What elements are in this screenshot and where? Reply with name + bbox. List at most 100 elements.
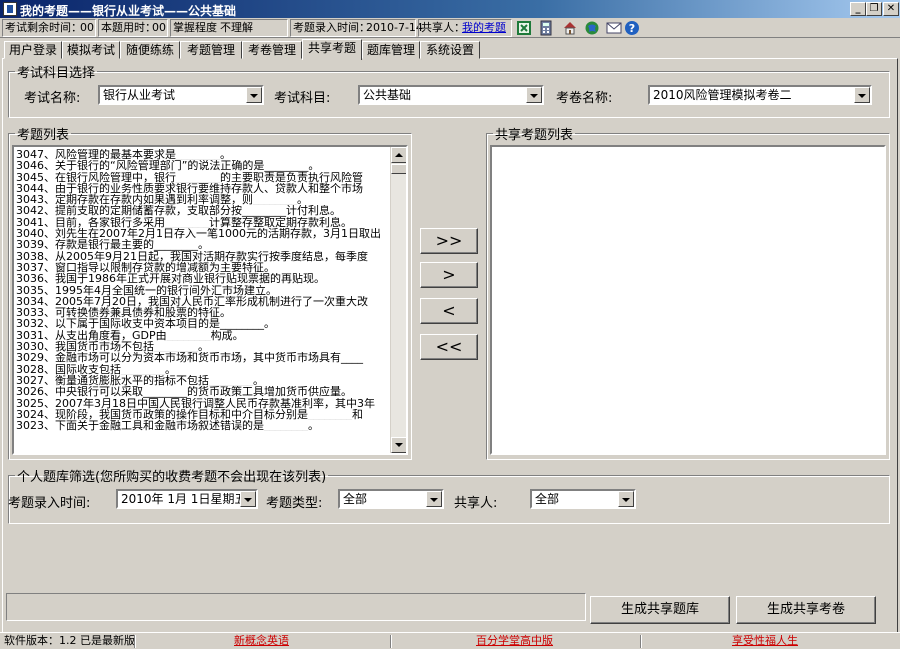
tab-question-manage[interactable]: 考题管理 — [180, 41, 242, 59]
filter-entry-time-label: 考题录入时间: — [8, 496, 91, 511]
filter-type-label: 考题类型: — [266, 496, 323, 511]
scroll-up-button[interactable] — [391, 147, 406, 163]
tab-user-login[interactable]: 用户登录 — [4, 41, 62, 59]
list-item[interactable]: 3031、从支出角度看，GDP由________构成。 — [16, 330, 388, 341]
list-item[interactable]: 3045、在银行风险管理中，银行________的主要职责是负责执行风险管 — [16, 172, 388, 183]
filter-date-picker[interactable]: 2010年 1月 1日星期五 — [116, 489, 258, 509]
list-item[interactable]: 3029、金融市场可以分为资本市场和货币市场，其中货币市场具有____ — [16, 352, 388, 363]
list-item[interactable]: 3026、中央银行可以采取________的货币政策工具增加货币供应量。 — [16, 386, 388, 397]
list-item[interactable]: 3027、衡量通货膨胀水平的指标不包括________。 — [16, 375, 388, 386]
list-item[interactable]: 3037、窗口指导以限制存贷款的增减额为主要特征。 — [16, 262, 388, 273]
filter-legend: 个人题库筛选(您所购买的收费考题不会出现在该列表) — [17, 470, 327, 485]
help-icon[interactable]: ? — [624, 20, 640, 36]
exam-name-label: 考试名称: — [24, 91, 81, 106]
version-text: 软件版本：1.2 已是最新版 — [4, 634, 135, 647]
scroll-thumb[interactable] — [391, 164, 406, 174]
list-item[interactable]: 3028、国际收支包括________。 — [16, 364, 388, 375]
excel-icon[interactable] — [516, 20, 532, 36]
list-item[interactable]: 3024、现阶段，我国货币政策的操作目标和中介目标分别是________和 — [16, 409, 388, 420]
list-item[interactable]: 3038、从2005年9月21日起，我国对活期存款实行按季度结息，每季度 — [16, 251, 388, 262]
list-item[interactable]: 3047、风险管理的最基本要求是________。 — [16, 149, 388, 160]
tab-paper-manage[interactable]: 考卷管理 — [242, 41, 302, 59]
move-all-left-button[interactable]: << — [420, 334, 478, 360]
tab-mock-exam[interactable]: 模拟考试 — [62, 41, 120, 59]
paper-name-label: 考卷名称: — [556, 91, 613, 106]
list-item[interactable]: 3030、我国货币市场不包括________。 — [16, 341, 388, 352]
chevron-down-icon[interactable] — [246, 87, 262, 103]
calculator-icon[interactable] — [538, 20, 554, 36]
message-panel — [6, 593, 586, 621]
app-icon — [3, 2, 17, 16]
question-list-legend: 考题列表 — [17, 128, 70, 143]
move-all-right-button[interactable]: >> — [420, 228, 478, 254]
shared-list-legend: 共享考题列表 — [495, 128, 574, 143]
tab-bank-manage[interactable]: 题库管理 — [362, 41, 420, 59]
list-item[interactable]: 3034、2005年7月20日，我国对人民币汇率形成机制进行了一次重大改 — [16, 296, 388, 307]
move-right-button[interactable]: > — [420, 262, 478, 288]
exam-name-select[interactable]: 银行从业考试 — [98, 85, 264, 105]
chevron-down-icon[interactable] — [426, 491, 442, 507]
list-item[interactable]: 3032、以下属于国际收支中资本项目的是________。 — [16, 318, 388, 329]
link-enjoy-life[interactable]: 享受性福人生 — [732, 633, 798, 649]
question-list-scrollbar[interactable] — [390, 147, 406, 453]
chevron-down-icon[interactable] — [240, 491, 256, 507]
home-icon[interactable] — [562, 20, 578, 36]
move-left-button[interactable]: < — [420, 298, 478, 324]
paper-name-select[interactable]: 2010风险管理模拟考卷二 — [648, 85, 872, 105]
list-item[interactable]: 3039、存款是银行最主要的________。 — [16, 239, 388, 250]
list-item[interactable]: 3033、可转换债券兼具债券和股票的特征。 — [16, 307, 388, 318]
list-item[interactable]: 3041、目前，各家银行多采用________计算整存整取定期存款利息。 — [16, 217, 388, 228]
remaining-time-label: 考试剩余时间： — [5, 21, 82, 34]
mastery-label: 掌握程度 — [173, 21, 217, 34]
list-item[interactable]: 3036、我国于1986年正式开展对商业银行贴现票据的再贴现。 — [16, 273, 388, 284]
list-item[interactable]: 3025、2007年3月18日中国人民银行调整人民币存款基准利率，其中3年 — [16, 398, 388, 409]
link-new-concept-english[interactable]: 新概念英语 — [234, 633, 289, 649]
generate-shared-paper-button[interactable]: 生成共享考卷 — [736, 596, 876, 624]
filter-sharer-select[interactable]: 全部 — [530, 489, 636, 509]
chevron-down-icon[interactable] — [618, 491, 634, 507]
tab-practice[interactable]: 随便练练 — [120, 41, 180, 59]
status-separator — [134, 635, 136, 648]
exam-name-value: 银行从业考试 — [103, 88, 176, 102]
question-listbox[interactable]: 3047、风险管理的最基本要求是________。 3046、关于银行的“风险管理… — [12, 145, 408, 455]
paper-name-value: 2010风险管理模拟考卷二 — [653, 88, 792, 102]
title-bar: 我的考题——银行从业考试——公共基础 _ ❐ ✕ — [0, 0, 900, 18]
email-icon[interactable] — [606, 20, 622, 36]
window-title: 我的考题——银行从业考试——公共基础 — [20, 4, 237, 18]
list-item[interactable]: 3040、刘先生在2007年2月1日存入一笔1000元的活期存款，3月1日取出 — [16, 228, 388, 239]
globe-icon[interactable] — [584, 20, 600, 36]
link-baifen-highschool[interactable]: 百分学堂高中版 — [476, 633, 553, 649]
list-item[interactable]: 3023、下面关于金融工具和金融市场叙述错误的是________。 — [16, 420, 388, 431]
minimize-button[interactable]: _ — [850, 2, 866, 16]
mastery-value[interactable]: 不理解 — [220, 20, 253, 36]
status-bar: 软件版本：1.2 已是最新版 新概念英语 百分学堂高中版 享受性福人生 — [0, 632, 900, 649]
shared-listbox[interactable] — [490, 145, 886, 455]
sharer-link[interactable]: 我的考题 — [462, 20, 506, 36]
remaining-time-value: 00 — [80, 21, 94, 34]
restore-button[interactable]: ❐ — [866, 2, 882, 16]
chevron-down-icon[interactable] — [526, 87, 542, 103]
generate-shared-bank-button[interactable]: 生成共享题库 — [590, 596, 730, 624]
tab-shared-questions[interactable]: 共享考题 — [302, 39, 362, 60]
used-time-value: 00 — [152, 21, 166, 34]
sharer-label: 共享人： — [421, 21, 465, 34]
used-time-label: 本题用时： — [101, 21, 156, 34]
entry-time-label: 考题录入时间： — [293, 21, 370, 34]
list-item[interactable]: 3046、关于银行的“风险管理部门”的说法正确的是________。 — [16, 160, 388, 171]
subject-select[interactable]: 公共基础 — [358, 85, 544, 105]
filter-type-select[interactable]: 全部 — [338, 489, 444, 509]
scroll-down-button[interactable] — [391, 437, 406, 453]
close-button[interactable]: ✕ — [883, 2, 899, 16]
filter-sharer-value: 全部 — [535, 492, 560, 506]
list-item[interactable]: 3044、由于银行的业务性质要求银行要维持存款人、贷款人和整个市场 — [16, 183, 388, 194]
svg-text:?: ? — [629, 22, 635, 35]
chevron-down-icon[interactable] — [854, 87, 870, 103]
info-bar: 考试剩余时间： 00 本题用时： 00 掌握程度 不理解 考题录入时间： 201… — [0, 18, 900, 38]
subject-value: 公共基础 — [363, 88, 412, 102]
tab-settings[interactable]: 系统设置 — [420, 41, 480, 59]
subject-select-legend: 考试科目选择 — [17, 66, 96, 81]
filter-type-value: 全部 — [343, 492, 368, 506]
list-item[interactable]: 3042、提前支取的定期储蓄存款，支取部分按________计付利息。 — [16, 205, 388, 216]
list-item[interactable]: 3043、定期存款在存款内如果遇到利率调整，则________。 — [16, 194, 388, 205]
list-item[interactable]: 3035、1995年4月全国统一的银行间外汇市场建立。 — [16, 285, 388, 296]
